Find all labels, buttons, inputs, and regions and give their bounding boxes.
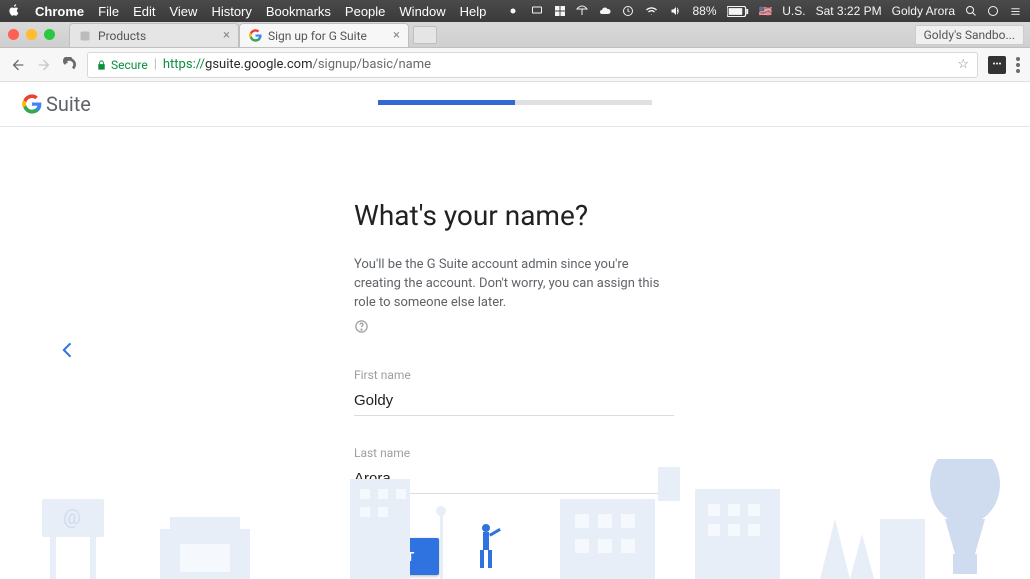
- menubar-item-window[interactable]: Window: [399, 4, 445, 19]
- menubar-item-edit[interactable]: Edit: [133, 4, 155, 19]
- status-timemachine-icon[interactable]: [622, 5, 634, 17]
- signup-progress-bar: [378, 100, 652, 105]
- page-help-text: You'll be the G Suite account admin sinc…: [354, 256, 674, 313]
- help-icon[interactable]: [354, 319, 684, 338]
- status-wifi-icon[interactable]: [644, 5, 659, 17]
- minimize-window-icon[interactable]: [26, 29, 37, 40]
- browser-tab-products[interactable]: Products ×: [69, 23, 239, 47]
- address-bar: Secure | https://gsuite.google.com/signu…: [0, 48, 1030, 82]
- apple-menu-icon[interactable]: [8, 3, 21, 20]
- page-content: Suite What's your name? You'll be the G …: [0, 82, 1030, 579]
- first-name-label: First name: [354, 368, 684, 382]
- browser-tab-signup[interactable]: Sign up for G Suite ×: [239, 23, 409, 47]
- status-screencast-icon[interactable]: [506, 5, 520, 17]
- nav-back-button[interactable]: [10, 57, 26, 73]
- status-input-source[interactable]: U.S.: [782, 4, 805, 18]
- last-name-input[interactable]: [354, 466, 674, 494]
- next-button[interactable]: NEXT: [354, 538, 439, 575]
- svg-text:@: @: [63, 505, 81, 529]
- menubar-item-bookmarks[interactable]: Bookmarks: [266, 4, 331, 19]
- favicon-google-icon: [248, 29, 262, 43]
- status-cloud-icon[interactable]: [598, 5, 612, 17]
- chrome-menu-icon[interactable]: [1016, 57, 1020, 73]
- omnibox[interactable]: Secure | https://gsuite.google.com/signu…: [87, 52, 978, 78]
- tab-strip: Products × Sign up for G Suite × Goldy's…: [0, 22, 1030, 48]
- bookmark-star-icon[interactable]: ☆: [957, 57, 969, 72]
- secure-label: Secure: [111, 58, 148, 72]
- first-name-input[interactable]: [354, 388, 674, 416]
- status-notification-icon[interactable]: [1009, 6, 1022, 17]
- last-name-label: Last name: [354, 446, 684, 460]
- page-title: What's your name?: [354, 199, 684, 232]
- tab-close-icon[interactable]: ×: [223, 28, 230, 43]
- url-text: https://gsuite.google.com/signup/basic/n…: [163, 57, 431, 72]
- window-controls[interactable]: [8, 29, 55, 40]
- close-window-icon[interactable]: [8, 29, 19, 40]
- tab-title: Products: [98, 29, 217, 43]
- gsuite-header: Suite: [0, 82, 1030, 127]
- status-battery-icon[interactable]: [727, 6, 749, 17]
- status-siri-icon[interactable]: [987, 5, 999, 17]
- status-flag-icon[interactable]: 🇺🇸: [759, 5, 773, 18]
- favicon-generic-icon: [78, 29, 92, 43]
- menubar-item-view[interactable]: View: [169, 4, 197, 19]
- maximize-window-icon[interactable]: [44, 29, 55, 40]
- gsuite-logo: Suite: [22, 92, 91, 116]
- tab-close-icon[interactable]: ×: [393, 28, 400, 43]
- status-spotlight-icon[interactable]: [965, 5, 977, 17]
- menubar-item-file[interactable]: File: [98, 4, 119, 19]
- status-battery-percent[interactable]: 88%: [693, 4, 717, 18]
- status-user-name[interactable]: Goldy Arora: [892, 4, 955, 18]
- menubar-item-people[interactable]: People: [345, 4, 385, 19]
- status-volume-icon[interactable]: [669, 5, 683, 17]
- macos-menubar: Chrome File Edit View History Bookmarks …: [0, 0, 1030, 22]
- nav-forward-button[interactable]: [36, 57, 52, 73]
- secure-badge: Secure: [96, 58, 148, 72]
- tab-title: Sign up for G Suite: [268, 29, 387, 43]
- nav-reload-button[interactable]: [62, 57, 77, 72]
- status-grid-icon[interactable]: [554, 5, 566, 17]
- menubar-item-help[interactable]: Help: [460, 4, 487, 19]
- gsuite-brand-text: Suite: [46, 92, 91, 116]
- status-umbrella-icon[interactable]: [576, 5, 588, 17]
- profile-chip[interactable]: Goldy's Sandbo...: [915, 25, 1024, 45]
- signup-progress-fill: [378, 100, 515, 105]
- status-clock[interactable]: Sat 3:22 PM: [816, 4, 882, 18]
- menubar-app-name[interactable]: Chrome: [35, 4, 84, 19]
- status-display-icon[interactable]: [530, 5, 544, 17]
- new-tab-button[interactable]: [413, 26, 437, 44]
- extension-icon[interactable]: •••: [988, 56, 1006, 74]
- menubar-item-history[interactable]: History: [211, 4, 251, 19]
- back-step-button[interactable]: [58, 340, 78, 364]
